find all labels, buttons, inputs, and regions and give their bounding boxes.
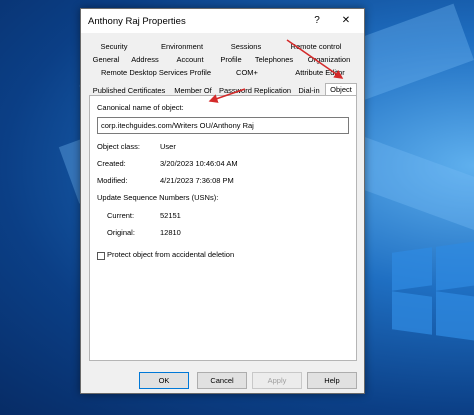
windows-logo-tile xyxy=(392,247,432,291)
canonical-name-label: Canonical name of object: xyxy=(97,103,184,112)
help-button[interactable]: ? xyxy=(306,13,328,29)
tab-profile[interactable]: Profile xyxy=(215,54,247,65)
apply-button: Apply xyxy=(252,372,302,389)
window-title: Anthony Raj Properties xyxy=(88,16,186,27)
title-bar: Anthony Raj Properties ? ✕ xyxy=(81,9,364,33)
current-usn-value: 52151 xyxy=(160,211,181,220)
modified-label: Modified: xyxy=(97,176,128,185)
tab-telephones[interactable]: Telephones xyxy=(251,54,297,65)
tab-account[interactable]: Account xyxy=(169,54,211,65)
tab-security[interactable]: Security xyxy=(89,41,139,52)
tab-address[interactable]: Address xyxy=(127,54,163,65)
usn-label: Update Sequence Numbers (USNs): xyxy=(97,193,219,202)
current-usn-label: Current: xyxy=(107,211,135,220)
object-class-value: User xyxy=(160,142,176,151)
windows-logo-tile xyxy=(392,291,432,335)
windows-logo-tile xyxy=(436,291,474,341)
tab-remote-desktop-services-profile[interactable]: Remote Desktop Services Profile xyxy=(97,67,215,78)
created-label: Created: xyxy=(97,159,126,168)
ok-button[interactable]: OK xyxy=(139,372,189,389)
tab-com-plus[interactable]: COM+ xyxy=(229,67,265,78)
cancel-button[interactable]: Cancel xyxy=(197,372,247,389)
modified-value: 4/21/2023 7:36:08 PM xyxy=(160,176,234,185)
properties-dialog: Anthony Raj Properties ? ✕ Security Envi… xyxy=(80,8,365,394)
created-value: 3/20/2023 10:46:04 AM xyxy=(160,159,238,168)
windows-logo-tile xyxy=(436,241,474,291)
protect-from-deletion-label: Protect object from accidental deletion xyxy=(107,250,235,259)
original-usn-value: 12810 xyxy=(160,228,181,237)
canonical-name-field[interactable] xyxy=(97,117,349,134)
protect-from-deletion-checkbox[interactable] xyxy=(97,252,105,260)
tab-general[interactable]: General xyxy=(89,54,123,65)
object-tab-panel: Canonical name of object: Object class: … xyxy=(89,95,357,361)
close-icon[interactable]: ✕ xyxy=(335,13,357,29)
original-usn-label: Original: xyxy=(107,228,135,237)
tab-organization[interactable]: Organization xyxy=(303,54,355,65)
object-class-label: Object class: xyxy=(97,142,140,151)
tab-environment[interactable]: Environment xyxy=(153,41,211,52)
tab-remote-control[interactable]: Remote control xyxy=(281,41,351,52)
tab-attribute-editor[interactable]: Attribute Editor xyxy=(287,67,353,78)
tab-sessions[interactable]: Sessions xyxy=(221,41,271,52)
help-dialog-button[interactable]: Help xyxy=(307,372,357,389)
